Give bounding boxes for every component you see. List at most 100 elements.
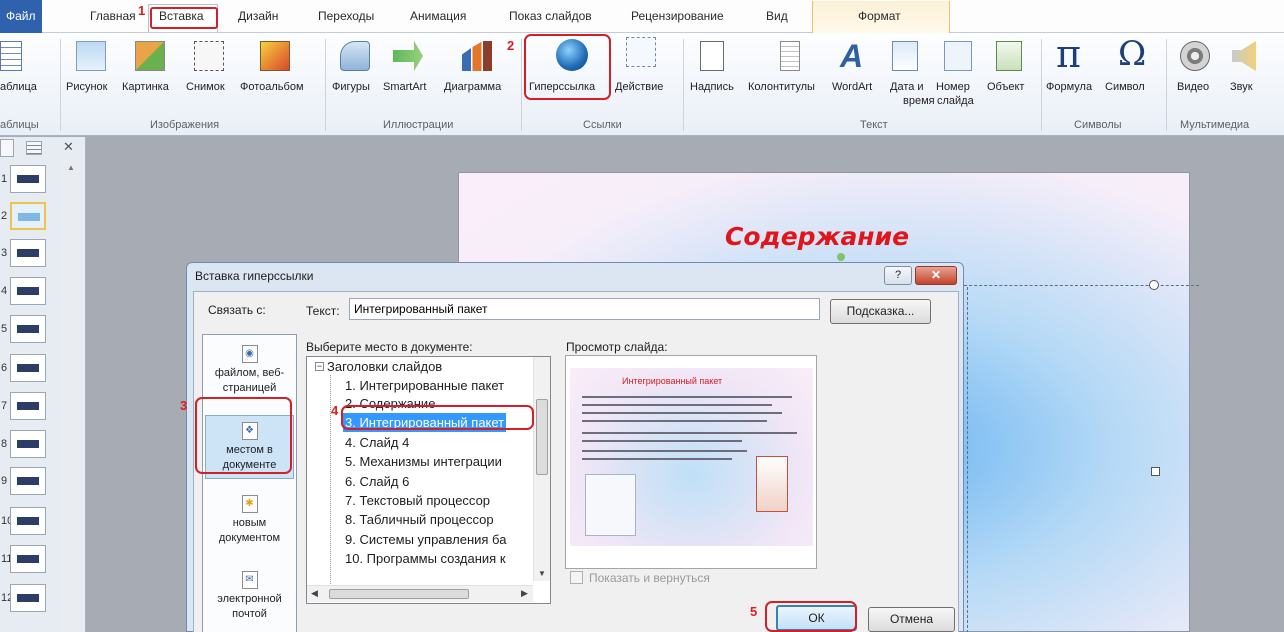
equation-button[interactable]: Формула bbox=[1046, 81, 1092, 93]
tab-transitions[interactable]: Переходы bbox=[318, 9, 374, 23]
tree-item[interactable]: 5. Механизмы интеграции bbox=[345, 452, 502, 471]
photo-album-button[interactable]: Фотоальбом bbox=[240, 81, 304, 93]
help-button[interactable]: ? bbox=[884, 266, 912, 285]
slide-thumbnail[interactable] bbox=[10, 584, 46, 612]
slide-title[interactable]: Содержание bbox=[725, 222, 909, 251]
wordart-button[interactable]: WordArt bbox=[832, 81, 872, 93]
tree-item[interactable]: 8. Табличный процессор bbox=[345, 510, 494, 529]
rotate-handle[interactable] bbox=[837, 253, 845, 261]
close-button[interactable]: ✕ bbox=[915, 266, 957, 285]
scroll-down-icon[interactable]: ▼ bbox=[538, 569, 546, 578]
tree-item-root[interactable]: Заголовки слайдов bbox=[327, 357, 442, 376]
link-option-file-web[interactable]: ◉ файлом, веб- страницей bbox=[205, 345, 294, 396]
wordart-icon[interactable]: A bbox=[840, 40, 870, 72]
slide-number-button[interactable]: Номер bbox=[936, 81, 970, 93]
audio-icon[interactable] bbox=[1232, 41, 1256, 71]
tree-item[interactable]: 7. Текстовый процессор bbox=[345, 491, 490, 510]
tree-item[interactable]: 4. Слайд 4 bbox=[345, 433, 409, 452]
smartart-icon[interactable] bbox=[393, 41, 423, 71]
slide-thumbnail[interactable] bbox=[10, 430, 46, 458]
screenshot-button[interactable]: Снимок bbox=[186, 81, 225, 93]
object-icon[interactable] bbox=[996, 41, 1022, 71]
tab-file[interactable]: Файл bbox=[0, 0, 42, 33]
action-button[interactable]: Действие bbox=[615, 81, 663, 93]
action-icon[interactable] bbox=[626, 37, 656, 67]
tab-home[interactable]: Главная bbox=[90, 9, 136, 23]
show-and-return-checkbox[interactable] bbox=[570, 571, 583, 584]
tree-vertical-scrollbar[interactable]: ▼ bbox=[533, 357, 550, 581]
outline-icon[interactable] bbox=[26, 141, 42, 155]
clipart-icon[interactable] bbox=[135, 41, 165, 71]
cancel-button[interactable]: Отмена bbox=[868, 607, 955, 632]
link-option-new-document[interactable]: ✱ новым документом bbox=[205, 495, 294, 546]
scrollbar-thumb[interactable] bbox=[329, 589, 469, 599]
tree-item[interactable]: 9. Системы управления ба bbox=[345, 530, 506, 549]
slide-thumbnail[interactable] bbox=[10, 165, 46, 193]
table-button[interactable]: аблица bbox=[0, 81, 37, 93]
tree-item[interactable]: 1. Интегрированные пакет bbox=[345, 376, 504, 395]
slide-thumbnail[interactable] bbox=[10, 545, 46, 573]
slide-preview-image: Интегрированный пакет bbox=[570, 368, 813, 546]
screentip-button[interactable]: Подсказка... bbox=[830, 299, 931, 324]
tab-slides[interactable] bbox=[0, 139, 14, 157]
chart-button[interactable]: Диаграмма bbox=[444, 81, 501, 93]
picture-icon[interactable] bbox=[76, 41, 106, 71]
chart-icon[interactable] bbox=[462, 41, 492, 71]
tab-design[interactable]: Дизайн bbox=[238, 9, 278, 23]
slide-thumbnail[interactable] bbox=[10, 392, 46, 420]
slide-thumbnail[interactable] bbox=[10, 202, 46, 230]
tree-item[interactable]: 10. Программы создания к bbox=[345, 549, 506, 568]
slide-thumbnail[interactable] bbox=[10, 277, 46, 305]
header-footer-button[interactable]: Колонтитулы bbox=[748, 81, 815, 93]
slide-thumbnail[interactable] bbox=[10, 315, 46, 343]
video-icon[interactable] bbox=[1180, 41, 1210, 71]
screenshot-icon[interactable] bbox=[194, 41, 224, 71]
tab-slideshow[interactable]: Показ слайдов bbox=[509, 9, 592, 23]
tab-format[interactable]: Формат bbox=[858, 9, 901, 23]
slide-thumbnail[interactable] bbox=[10, 239, 46, 267]
clipart-button[interactable]: Картинка bbox=[122, 81, 169, 93]
thumbnail-content bbox=[17, 175, 39, 183]
slide-thumbnail[interactable] bbox=[10, 354, 46, 382]
tree-horizontal-scrollbar[interactable]: ◀ ▶ bbox=[307, 585, 533, 602]
close-pane-icon[interactable]: ✕ bbox=[63, 139, 74, 155]
tab-review[interactable]: Рецензирование bbox=[631, 9, 724, 23]
thumbnail-scrollbar[interactable]: ▲ bbox=[62, 159, 80, 632]
datetime-button-line2[interactable]: время bbox=[903, 95, 935, 107]
thumbnail-number: 5 bbox=[1, 323, 8, 335]
slide-thumbnail[interactable] bbox=[10, 467, 46, 495]
tab-animation[interactable]: Анимация bbox=[410, 9, 466, 23]
document-place-tree[interactable]: − Заголовки слайдов 1. Интегрированные п… bbox=[306, 356, 551, 604]
tree-item[interactable]: 6. Слайд 6 bbox=[345, 472, 409, 491]
tab-view[interactable]: Вид bbox=[766, 9, 788, 23]
photo-album-icon[interactable] bbox=[260, 41, 290, 71]
link-option-email[interactable]: ✉ электронной почтой bbox=[205, 571, 294, 622]
header-footer-icon[interactable] bbox=[780, 41, 800, 71]
slide-number-button-line2[interactable]: слайда bbox=[937, 95, 974, 107]
equation-icon[interactable]: π bbox=[1056, 35, 1086, 73]
resize-handle[interactable] bbox=[1149, 280, 1159, 290]
symbol-icon[interactable]: Ω bbox=[1118, 37, 1148, 71]
smartart-button[interactable]: SmartArt bbox=[383, 81, 426, 93]
textbox-icon[interactable] bbox=[700, 41, 724, 71]
slide-number-icon[interactable] bbox=[944, 41, 972, 71]
object-button[interactable]: Объект bbox=[987, 81, 1024, 93]
shapes-icon[interactable] bbox=[340, 41, 370, 71]
video-button[interactable]: Видео bbox=[1177, 81, 1209, 93]
textbox-button[interactable]: Надпись bbox=[690, 81, 734, 93]
resize-handle[interactable] bbox=[1151, 467, 1160, 476]
scroll-up-icon[interactable]: ▲ bbox=[67, 163, 75, 172]
shapes-button[interactable]: Фигуры bbox=[332, 81, 370, 93]
table-icon[interactable] bbox=[0, 41, 22, 71]
scroll-left-icon[interactable]: ◀ bbox=[311, 588, 318, 599]
scroll-right-icon[interactable]: ▶ bbox=[521, 588, 528, 599]
audio-button[interactable]: Звук bbox=[1230, 81, 1253, 93]
collapse-icon[interactable]: − bbox=[315, 362, 324, 371]
slide-thumbnail[interactable] bbox=[10, 507, 46, 535]
scrollbar-thumb[interactable] bbox=[536, 399, 548, 475]
symbol-button[interactable]: Символ bbox=[1105, 81, 1145, 93]
picture-button[interactable]: Рисунок bbox=[66, 81, 108, 93]
display-text-input[interactable] bbox=[349, 298, 820, 320]
datetime-button[interactable]: Дата и bbox=[890, 81, 924, 93]
datetime-icon[interactable] bbox=[892, 41, 918, 71]
